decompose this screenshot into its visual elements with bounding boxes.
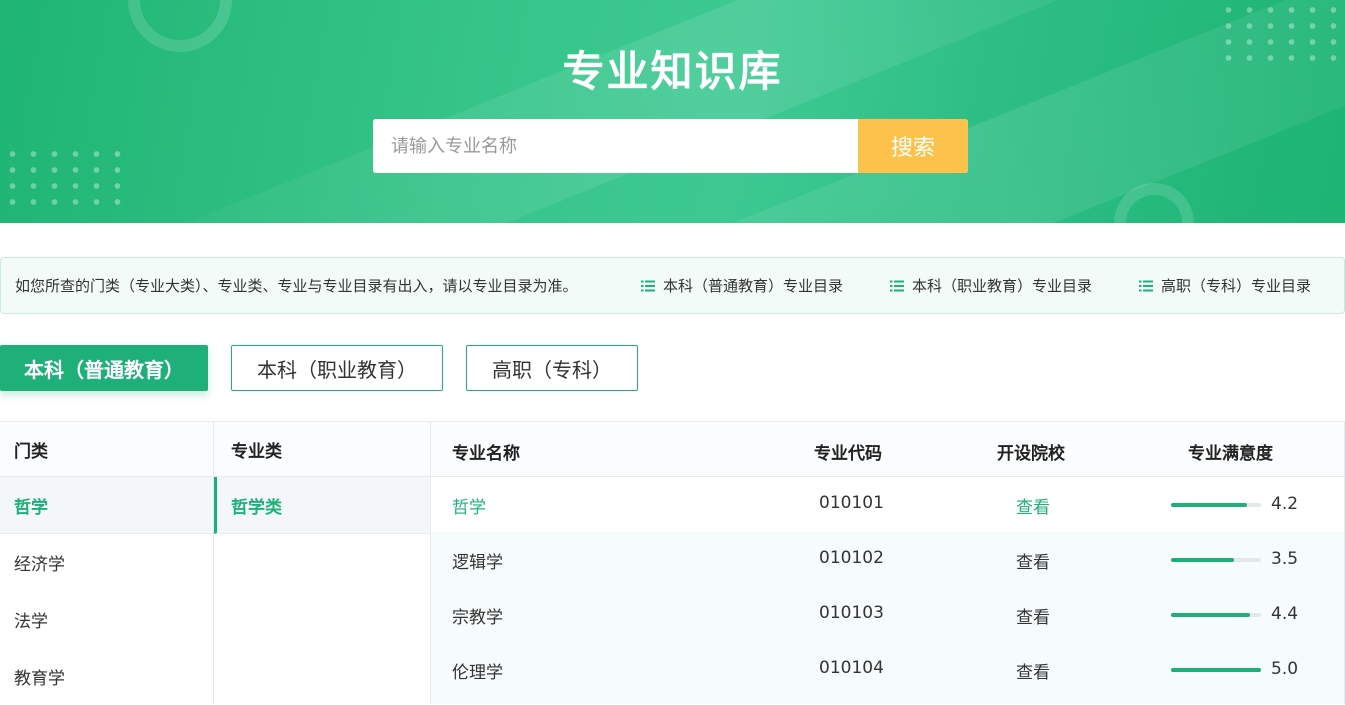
majors-table: 专业名称 专业代码 开设院校 专业满意度 哲学 010101 查看 4.2 逻辑… — [431, 421, 1345, 704]
notice-bar: 如您所查的门类（专业大类）、专业类、专业与专业目录有出入，请以专业目录为准。 本… — [0, 257, 1345, 314]
tab-undergrad-general[interactable]: 本科（普通教育） — [0, 345, 208, 391]
list-icon — [890, 280, 904, 292]
tab-vocational-college[interactable]: 高职（专科） — [466, 345, 638, 391]
view-schools-link[interactable]: 查看 — [1016, 548, 1050, 573]
satisfaction-bar — [1171, 503, 1261, 507]
column-header-satisfaction: 专业满意度 — [1188, 439, 1273, 464]
category-item[interactable]: 教育学 — [0, 648, 213, 705]
satisfaction-bar — [1171, 558, 1261, 562]
category-item[interactable]: 经济学 — [0, 534, 213, 591]
page-title: 专业知识库 — [0, 38, 1345, 99]
column-header-schools: 开设院校 — [997, 439, 1065, 464]
major-code: 010103 — [819, 603, 884, 623]
subcategory-item[interactable]: 哲学类 — [214, 477, 430, 534]
view-schools-link[interactable]: 查看 — [1016, 493, 1050, 518]
satisfaction-bar-fill — [1171, 613, 1250, 617]
view-schools-link[interactable]: 查看 — [1016, 603, 1050, 628]
satisfaction-bar-fill — [1171, 558, 1234, 562]
satisfaction-score: 3.5 — [1271, 549, 1298, 569]
column-header-code: 专业代码 — [814, 439, 882, 464]
major-name[interactable]: 宗教学 — [452, 603, 503, 628]
catalog-link-undergrad-general[interactable]: 本科（普通教育）专业目录 — [641, 275, 843, 296]
satisfaction-bar — [1171, 668, 1261, 672]
table-row[interactable]: 伦理学 010104 查看 5.0 — [431, 642, 1344, 697]
satisfaction-bar — [1171, 613, 1261, 617]
catalog-link-label: 本科（普通教育）专业目录 — [663, 275, 843, 296]
majors-table-header: 专业名称 专业代码 开设院校 专业满意度 — [431, 422, 1344, 477]
header-banner: 专业知识库 搜索 — [0, 0, 1345, 223]
list-icon — [1139, 280, 1153, 292]
search-input[interactable] — [373, 119, 858, 173]
major-code: 010101 — [819, 493, 884, 513]
catalog-link-undergrad-vocational[interactable]: 本科（职业教育）专业目录 — [890, 275, 1092, 296]
satisfaction-score: 4.4 — [1271, 604, 1298, 624]
category-column: 门类 哲学 经济学 法学 教育学 — [0, 421, 214, 704]
subcategory-header: 专业类 — [214, 422, 430, 477]
catalog-link-label: 本科（职业教育）专业目录 — [912, 275, 1092, 296]
search-bar: 搜索 — [373, 119, 968, 173]
column-header-name: 专业名称 — [452, 439, 520, 464]
table-row[interactable]: 哲学 010101 查看 4.2 — [431, 477, 1344, 532]
satisfaction-bar-fill — [1171, 503, 1247, 507]
major-name[interactable]: 逻辑学 — [452, 548, 503, 573]
tab-undergrad-vocational[interactable]: 本科（职业教育） — [231, 345, 443, 391]
banner-dots-decoration — [2, 146, 128, 210]
category-item[interactable]: 法学 — [0, 591, 213, 648]
major-code: 010102 — [819, 548, 884, 568]
category-header: 门类 — [0, 422, 213, 477]
satisfaction-bar-fill — [1171, 668, 1261, 672]
category-item[interactable]: 哲学 — [0, 477, 213, 534]
view-schools-link[interactable]: 查看 — [1016, 658, 1050, 683]
list-icon — [641, 280, 655, 292]
table-row[interactable]: 逻辑学 010102 查看 3.5 — [431, 532, 1344, 587]
notice-text: 如您所查的门类（专业大类）、专业类、专业与专业目录有出入，请以专业目录为准。 — [15, 275, 578, 296]
table-row[interactable]: 宗教学 010103 查看 4.4 — [431, 587, 1344, 642]
catalog-link-vocational-college[interactable]: 高职（专科）专业目录 — [1139, 275, 1311, 296]
satisfaction-score: 5.0 — [1271, 659, 1298, 679]
major-code: 010104 — [819, 658, 884, 678]
search-button[interactable]: 搜索 — [858, 119, 968, 173]
major-name[interactable]: 哲学 — [452, 493, 486, 518]
catalog-link-label: 高职（专科）专业目录 — [1161, 275, 1311, 296]
subcategory-column: 专业类 哲学类 — [214, 421, 431, 704]
satisfaction-score: 4.2 — [1271, 494, 1298, 514]
major-name[interactable]: 伦理学 — [452, 658, 503, 683]
